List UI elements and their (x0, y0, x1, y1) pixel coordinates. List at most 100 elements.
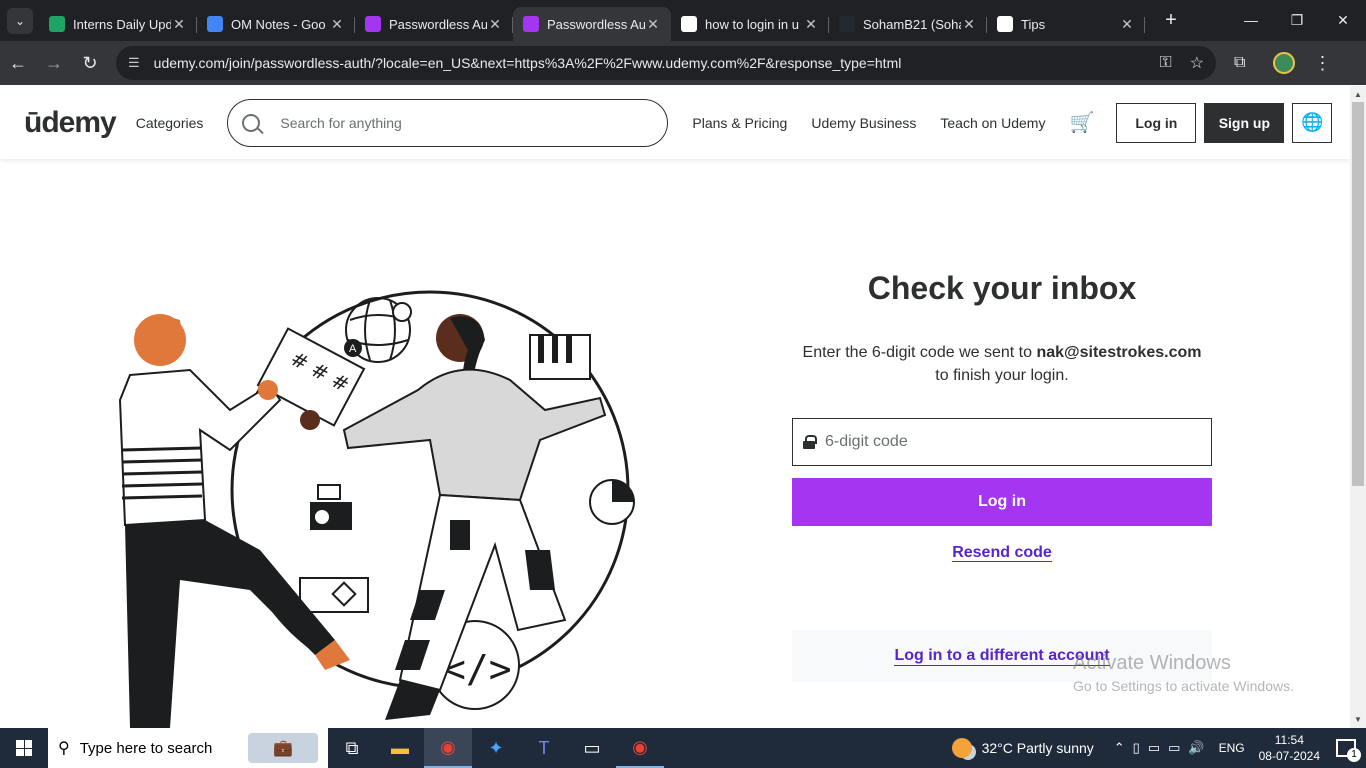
scroll-down-icon[interactable]: ▼ (1350, 715, 1366, 724)
taskbar-search[interactable]: ⚲ Type here to search 💼 (48, 728, 328, 768)
site-header: ūdemy Categories Search for anything Pla… (0, 86, 1350, 159)
globe-icon[interactable]: 🌐 (1292, 102, 1333, 143)
chevron-down-icon: ⌄ (14, 13, 26, 28)
svg-text:A: A (349, 343, 357, 355)
taskbar-search-placeholder[interactable]: Type here to search (80, 740, 213, 757)
categories-link[interactable]: Categories (136, 115, 204, 131)
header-signup-button[interactable]: Sign up (1204, 102, 1285, 143)
back-button[interactable]: ← (0, 53, 36, 74)
code-input[interactable] (825, 433, 1195, 451)
tray-icons[interactable]: ⌃▯▭▭🔊 (1114, 740, 1213, 756)
close-window-icon[interactable]: ✕ (1320, 12, 1366, 29)
tab-title: Passwordless Au (547, 16, 645, 32)
password-key-icon[interactable]: ⚿ (1159, 54, 1171, 72)
activate-windows-watermark: Activate Windows Go to Settings to activ… (1073, 652, 1294, 694)
tab-title: Passwordless Au (389, 16, 487, 32)
restore-icon[interactable]: ❐ (1274, 12, 1320, 29)
login-illustration: A </> # # # (118, 290, 635, 728)
openai-icon (997, 16, 1013, 32)
browser-tab[interactable]: OM Notes - Goo ✕ (197, 7, 355, 41)
tab-close-icon[interactable]: ✕ (961, 16, 977, 33)
system-tray: 32°C Partly sunny ⌃▯▭▭🔊 ENG 11:54 08-07-… (951, 732, 1366, 764)
weather-icon (951, 738, 972, 758)
tab-title: SohamB21 (Soha (863, 16, 961, 32)
app-icon[interactable]: ✦ (472, 728, 520, 768)
header-login-button[interactable]: Log in (1116, 102, 1197, 143)
forward-button[interactable]: → (36, 53, 72, 74)
notification-count: 1 (1347, 748, 1361, 762)
bookmark-star-icon[interactable]: ☆ (1190, 53, 1204, 73)
watermark-title: Activate Windows (1073, 652, 1231, 674)
scroll-thumb[interactable] (1352, 102, 1364, 486)
browser-tab[interactable]: Interns Daily Upd ✕ (39, 7, 197, 41)
browser-tab[interactable]: Passwordless Au ✕ (355, 7, 513, 41)
code-field[interactable] (792, 418, 1212, 466)
site-settings-icon[interactable]: ☰ (128, 55, 140, 71)
minimize-icon[interactable]: — (1228, 12, 1274, 29)
udemy-logo[interactable]: ūdemy (24, 106, 117, 140)
tab-title: OM Notes - Goo (231, 16, 326, 32)
notification-icon[interactable]: 1 (1336, 739, 1361, 762)
tab-close-icon[interactable]: ✕ (803, 16, 819, 33)
tab-title: Interns Daily Upd (73, 16, 171, 32)
task-view-icon[interactable]: ⧉ (328, 728, 376, 768)
weather-widget[interactable]: 32°C Partly sunny (951, 738, 1094, 758)
cart-icon[interactable]: 🛒 (1069, 110, 1094, 135)
reload-button[interactable]: ↻ (72, 53, 108, 74)
window-controls: — ❐ ✕ (1228, 12, 1366, 29)
teach-link[interactable]: Teach on Udemy (940, 115, 1045, 131)
menu-kebab-icon[interactable]: ⋮ (1313, 53, 1331, 74)
tab-close-icon[interactable]: ✕ (645, 16, 661, 33)
tab-search-button[interactable]: ⌄ (7, 7, 33, 34)
profile-avatar[interactable] (1273, 52, 1296, 74)
github-icon (839, 16, 855, 32)
instruction-suffix: to finish your login. (935, 367, 1069, 384)
terminal-icon[interactable]: ▭ (568, 728, 616, 768)
windows-logo-icon (16, 740, 32, 756)
sheets-icon (49, 16, 65, 32)
instruction-prefix: Enter the 6-digit code we sent to (802, 344, 1037, 361)
udemy-icon (365, 16, 381, 32)
plans-pricing-link[interactable]: Plans & Pricing (692, 115, 787, 131)
browser-tab[interactable]: Passwordless Au ✕ (513, 7, 671, 41)
search-bar[interactable]: Search for anything (227, 98, 669, 147)
extensions-icon[interactable]: ⧉ (1234, 54, 1245, 72)
instruction-text: Enter the 6-digit code we sent to nak@si… (792, 341, 1212, 387)
tab-close-icon[interactable]: ✕ (1119, 16, 1135, 33)
file-explorer-icon[interactable]: ▬ (376, 728, 424, 768)
search-placeholder[interactable]: Search for anything (280, 115, 401, 131)
browser-tab[interactable]: SohamB21 (Soha ✕ (829, 7, 987, 41)
tab-strip: Interns Daily Upd ✕ OM Notes - Goo ✕ Passwor… (39, 0, 1145, 41)
omnibox[interactable]: ☰ udemy.com/join/passwordless-auth/?loca… (116, 46, 1216, 80)
url-text[interactable]: udemy.com/join/passwordless-auth/?locale… (154, 55, 1142, 71)
chrome-profile-icon[interactable]: ◉ (616, 728, 664, 768)
tab-close-icon[interactable]: ✕ (171, 16, 187, 33)
search-icon (242, 113, 261, 132)
scroll-up-icon[interactable]: ▲ (1350, 90, 1366, 99)
windows-taskbar: ⚲ Type here to search 💼 ⧉ ▬ ◉ ✦ T ▭ ◉ 32… (0, 728, 1366, 768)
start-button[interactable] (0, 728, 48, 768)
clock[interactable]: 11:54 08-07-2024 (1259, 732, 1320, 764)
tab-title: how to login in u (705, 16, 799, 32)
email-address: nak@sitestrokes.com (1036, 344, 1202, 361)
page-scrollbar[interactable]: ▲ ▼ (1350, 86, 1366, 728)
login-button[interactable]: Log in (792, 478, 1212, 526)
lock-icon (803, 435, 817, 449)
tab-close-icon[interactable]: ✕ (487, 16, 503, 33)
tab-separator (1144, 17, 1145, 33)
resend-wrap: Resend code (792, 544, 1212, 562)
resend-code-link[interactable]: Resend code (952, 544, 1052, 562)
udemy-business-link[interactable]: Udemy Business (811, 115, 916, 131)
search-icon: ⚲ (58, 740, 70, 757)
language-indicator[interactable]: ENG (1219, 741, 1245, 755)
new-tab-button[interactable]: + (1157, 9, 1185, 32)
address-toolbar: ← → ↻ ☰ udemy.com/join/passwordless-auth… (0, 41, 1366, 85)
tab-close-icon[interactable]: ✕ (329, 16, 345, 33)
teams-icon[interactable]: T (520, 728, 568, 768)
briefcase-icon[interactable]: 💼 (248, 733, 318, 763)
browser-tab[interactable]: Tips ✕ (987, 7, 1145, 41)
chrome-icon[interactable]: ◉ (424, 728, 472, 768)
verify-panel: Check your inbox Enter the 6-digit code … (792, 270, 1212, 562)
browser-tab[interactable]: how to login in u ✕ (671, 7, 829, 41)
tab-title: Tips (1021, 16, 1046, 32)
